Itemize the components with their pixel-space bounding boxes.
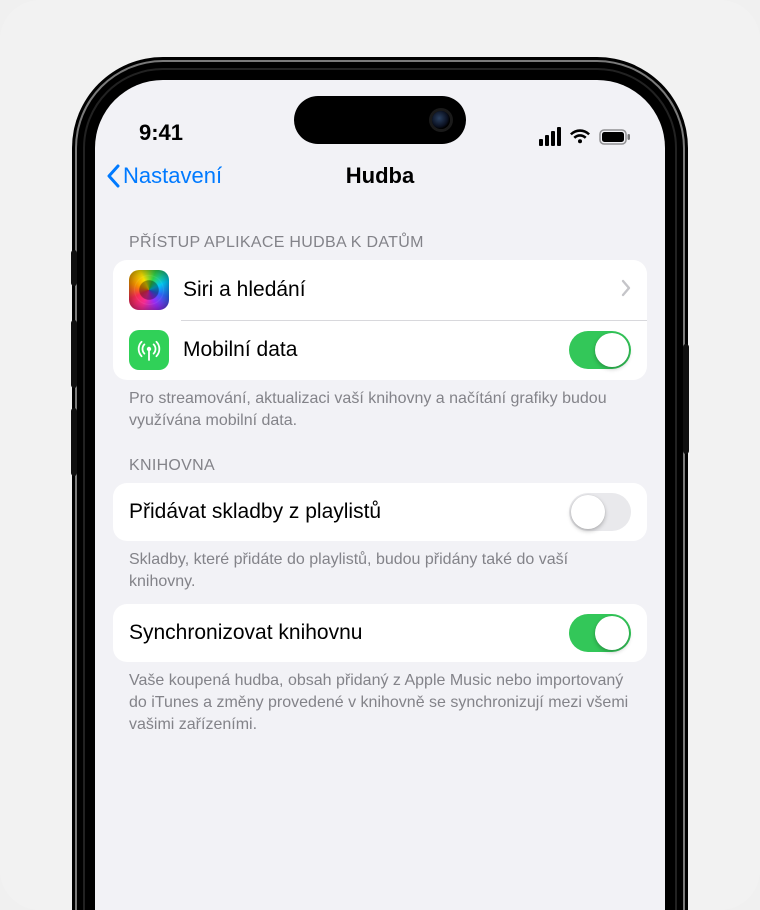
screen: 9:41 [95, 80, 665, 910]
status-time: 9:41 [139, 120, 183, 146]
section-header-data-access: PŘÍSTUP APLIKACE HUDBA K DATŮM [113, 212, 647, 260]
section-footer-add-playlist: Skladby, které přidáte do playlistů, bud… [113, 541, 647, 596]
battery-icon [599, 129, 631, 145]
section-header-library: KNIHOVNA [113, 435, 647, 483]
siri-icon [129, 270, 169, 310]
side-button-volume-down [71, 408, 77, 476]
back-button[interactable]: Nastavení [105, 152, 222, 200]
dynamic-island [294, 96, 466, 144]
side-button-silent [71, 250, 77, 286]
chevron-left-icon [105, 164, 121, 188]
group-add-playlist-songs: Přidávat skladby z playlistů [113, 483, 647, 541]
row-label: Přidávat skladby z playlistů [129, 500, 555, 524]
cellular-data-toggle[interactable] [569, 331, 631, 369]
settings-content: PŘÍSTUP APLIKACE HUDBA K DATŮM Siri a hl… [95, 200, 665, 739]
chevron-right-icon [621, 279, 631, 302]
front-camera-icon [432, 111, 450, 129]
toggle-knob [571, 495, 605, 529]
toggle-knob [595, 333, 629, 367]
row-label: Mobilní data [183, 338, 555, 362]
toggle-knob [595, 616, 629, 650]
section-footer-data-access: Pro streamování, aktualizaci vaší knihov… [113, 380, 647, 435]
side-button-power [683, 344, 689, 454]
phone-frame: 9:41 [77, 62, 683, 910]
side-button-volume-up [71, 320, 77, 388]
back-label: Nastavení [123, 163, 222, 189]
wifi-icon [569, 129, 591, 145]
page-title: Hudba [346, 163, 414, 189]
row-label: Siri a hledání [183, 278, 607, 302]
group-sync-library: Synchronizovat knihovnu [113, 604, 647, 662]
status-indicators [539, 127, 631, 146]
add-playlist-songs-toggle[interactable] [569, 493, 631, 531]
cellular-data-icon [129, 330, 169, 370]
row-sync-library: Synchronizovat knihovnu [113, 604, 647, 662]
row-cellular-data: Mobilní data [113, 320, 647, 380]
cellular-signal-icon [539, 127, 561, 146]
sync-library-toggle[interactable] [569, 614, 631, 652]
row-siri-and-search[interactable]: Siri a hledání [113, 260, 647, 320]
row-label: Synchronizovat knihovnu [129, 621, 555, 645]
section-footer-sync-library: Vaše koupená hudba, obsah přidaný z Appl… [113, 662, 647, 739]
viewport: 9:41 [0, 0, 760, 910]
group-data-access: Siri a hledání [113, 260, 647, 380]
row-add-playlist-songs: Přidávat skladby z playlistů [113, 483, 647, 541]
navigation-bar: Nastavení Hudba [95, 152, 665, 200]
